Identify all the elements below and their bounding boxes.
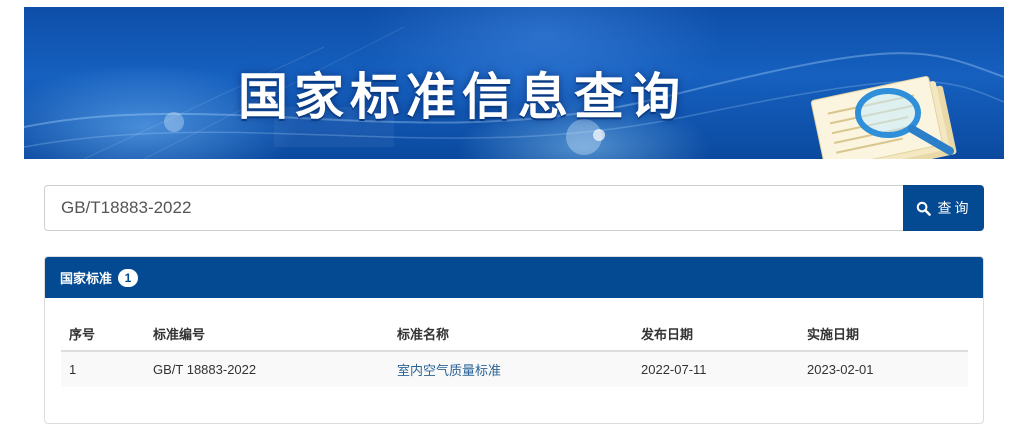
header-banner: 国家标准信息查询 — [24, 7, 1004, 159]
search-icon — [916, 201, 931, 216]
table-row: 1 GB/T 18883-2022 室内空气质量标准 2022-07-11 20… — [61, 350, 968, 387]
panel-title: 国家标准 — [60, 272, 113, 287]
column-header-name: 标准名称 — [389, 316, 633, 352]
cell-index: 1 — [61, 350, 145, 387]
page: 国家标准信息查询 查询 国家标准 1 — [0, 0, 1031, 432]
standards-table: 序号 标准编号 标准名称 发布日期 实施日期 1 GB/T 18883-2022… — [61, 316, 968, 387]
cell-standard-code: GB/T 18883-2022 — [145, 350, 389, 387]
panel-heading: 国家标准 1 — [45, 257, 983, 298]
result-count-badge: 1 — [118, 268, 139, 287]
column-header-code: 标准编号 — [145, 316, 389, 352]
column-header-index: 序号 — [61, 316, 145, 352]
column-header-effective-date: 实施日期 — [799, 316, 968, 352]
column-header-publish-date: 发布日期 — [633, 316, 799, 352]
search-button[interactable]: 查询 — [903, 185, 984, 231]
standard-name-link[interactable]: 室内空气质量标准 — [389, 350, 633, 387]
table-header-row: 序号 标准编号 标准名称 发布日期 实施日期 — [61, 316, 968, 352]
search-button-label: 查询 — [937, 201, 972, 217]
document-magnifier-icon — [810, 75, 957, 159]
results-panel: 国家标准 1 序号 标准编号 标准名称 发布日期 实施日期 1 GB/T 188… — [44, 256, 984, 424]
cell-effective-date: 2023-02-01 — [799, 350, 968, 387]
banner-title: 国家标准信息查询 — [238, 68, 686, 126]
search-input[interactable] — [44, 185, 904, 231]
cell-publish-date: 2022-07-11 — [633, 350, 799, 387]
